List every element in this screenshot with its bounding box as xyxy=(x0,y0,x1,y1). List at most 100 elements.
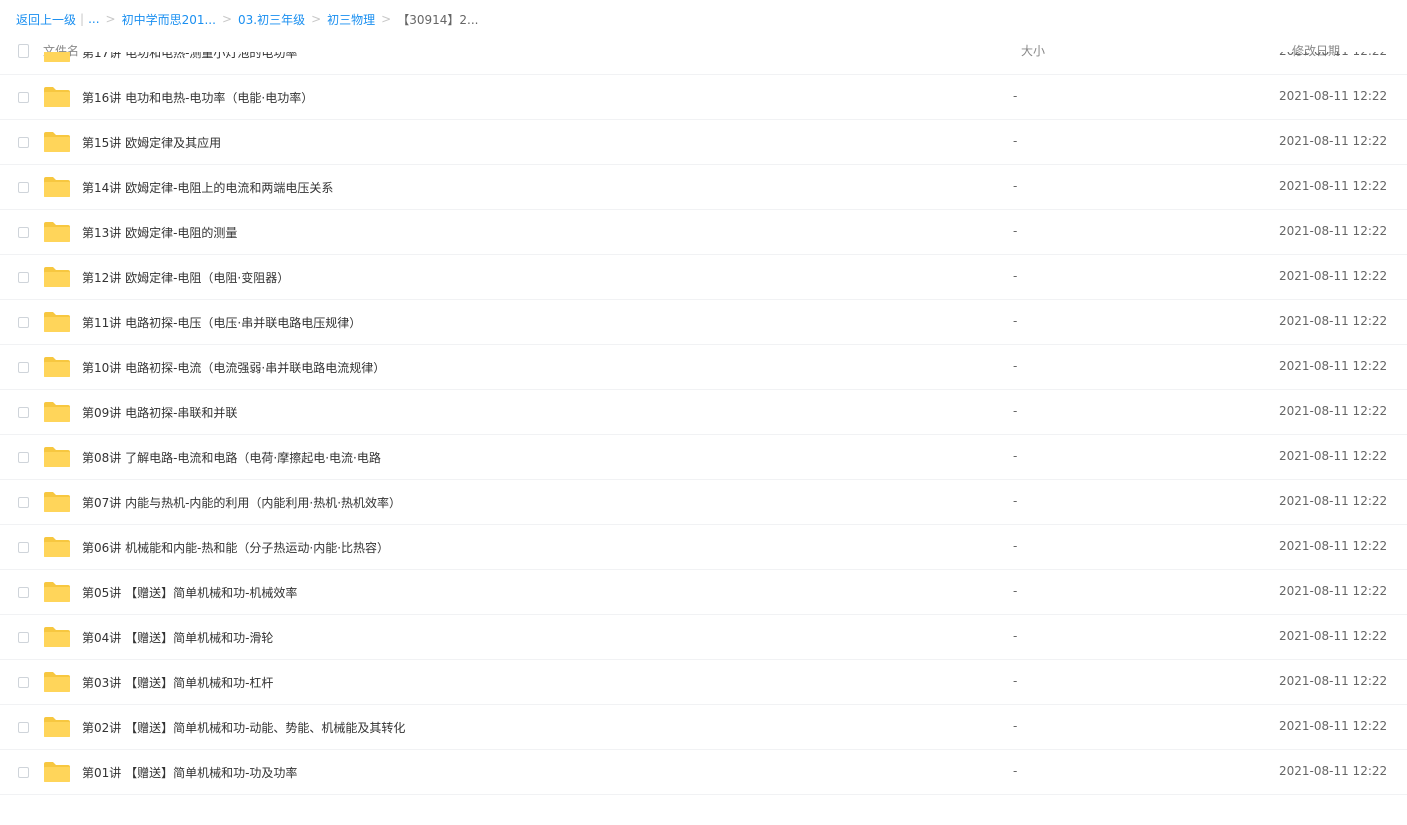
folder-icon xyxy=(44,267,70,287)
file-row[interactable]: 第14讲 欧姆定律-电阻上的电流和两端电压关系 - 2021-08-11 12:22 xyxy=(0,165,1407,210)
file-row[interactable]: 第05讲 【赠送】简单机械和功-机械效率 - 2021-08-11 12:22 xyxy=(0,570,1407,615)
folder-icon xyxy=(44,582,70,602)
row-checkbox[interactable] xyxy=(18,677,29,688)
breadcrumb-item-1[interactable]: 初中学而思201... xyxy=(122,11,216,28)
row-checkbox[interactable] xyxy=(18,362,29,373)
row-checkbox[interactable] xyxy=(18,52,29,58)
row-checkbox[interactable] xyxy=(18,722,29,733)
file-row[interactable]: 第02讲 【赠送】简单机械和功-动能、势能、机械能及其转化 - 2021-08-11… xyxy=(0,705,1407,750)
file-name[interactable]: 第17讲 电功和电热-测量小灯泡的电功率 xyxy=(82,52,297,61)
breadcrumb-separator: > xyxy=(381,12,392,26)
file-size: - xyxy=(1013,584,1018,598)
file-date: 2021-08-11 12:22 xyxy=(1279,404,1388,418)
file-size: - xyxy=(1013,764,1018,778)
folder-icon xyxy=(44,447,70,467)
folder-icon xyxy=(44,177,70,197)
file-size: - xyxy=(1013,52,1017,58)
row-checkbox[interactable] xyxy=(18,407,29,418)
file-name[interactable]: 第02讲 【赠送】简单机械和功-动能、势能、机械能及其转化 xyxy=(82,719,405,736)
file-row[interactable]: 第07讲 内能与热机-内能的利用（内能利用·热机·热机效率） - 2021-08-1… xyxy=(0,480,1407,525)
row-checkbox[interactable] xyxy=(18,767,29,778)
folder-icon xyxy=(44,717,70,737)
row-checkbox[interactable] xyxy=(18,317,29,328)
file-name[interactable]: 第09讲 电路初探-串联和并联 xyxy=(82,404,237,421)
file-size: - xyxy=(1013,539,1018,553)
file-size: - xyxy=(1013,494,1018,508)
breadcrumb-item-2[interactable]: 03.初三年级 xyxy=(238,11,305,28)
folder-icon xyxy=(44,87,70,107)
file-size: - xyxy=(1013,179,1018,193)
file-row[interactable]: 第11讲 电路初探-电压（电压·串并联电路电压规律） - 2021-08-11 12… xyxy=(0,300,1407,345)
breadcrumb: 返回上一级 | ... > 初中学而思201... > 03.初三年级 > 初三… xyxy=(16,10,479,28)
file-name[interactable]: 第13讲 欧姆定律-电阻的测量 xyxy=(82,224,237,241)
breadcrumb-separator: > xyxy=(221,12,232,26)
file-date: 2021-08-11 12:22 xyxy=(1279,719,1388,733)
row-checkbox[interactable] xyxy=(18,632,29,643)
row-checkbox[interactable] xyxy=(18,92,29,103)
file-row[interactable]: 第03讲 【赠送】简单机械和功-杠杆 - 2021-08-11 12:22 xyxy=(0,660,1407,705)
file-date: 2021-08-11 12:22 xyxy=(1279,89,1388,103)
file-name[interactable]: 第15讲 欧姆定律及其应用 xyxy=(82,134,221,151)
row-checkbox[interactable] xyxy=(18,542,29,553)
file-size: - xyxy=(1013,629,1018,643)
row-checkbox[interactable] xyxy=(18,587,29,598)
file-name[interactable]: 第08讲 了解电路-电流和电路（电荷·摩擦起电·电流·电路 xyxy=(82,449,381,466)
file-size: - xyxy=(1013,719,1018,733)
file-row[interactable]: 第04讲 【赠送】简单机械和功-滑轮 - 2021-08-11 12:22 xyxy=(0,615,1407,660)
file-name[interactable]: 第14讲 欧姆定律-电阻上的电流和两端电压关系 xyxy=(82,179,333,196)
file-row[interactable]: 第01讲 【赠送】简单机械和功-功及功率 - 2021-08-11 12:22 xyxy=(0,750,1407,795)
file-row[interactable]: 第13讲 欧姆定律-电阻的测量 - 2021-08-11 12:22 xyxy=(0,210,1407,255)
file-row[interactable]: 第12讲 欧姆定律-电阻（电阻·变阻器） - 2021-08-11 12:22 xyxy=(0,255,1407,300)
breadcrumb-separator: > xyxy=(105,12,116,26)
file-size: - xyxy=(1013,359,1018,373)
row-checkbox[interactable] xyxy=(18,182,29,193)
file-date: 2021-08-11 12:22 xyxy=(1279,269,1388,283)
file-size: - xyxy=(1013,449,1018,463)
breadcrumb-separator: > xyxy=(311,12,322,26)
folder-icon xyxy=(44,312,70,332)
folder-icon xyxy=(44,492,70,512)
file-size: - xyxy=(1013,674,1018,688)
file-name[interactable]: 第12讲 欧姆定律-电阻（电阻·变阻器） xyxy=(82,269,289,286)
file-date: 2021-08-11 12:22 xyxy=(1279,674,1388,688)
folder-icon xyxy=(44,402,70,422)
row-checkbox[interactable] xyxy=(18,497,29,508)
file-name[interactable]: 第06讲 机械能和内能-热和能（分子热运动·内能·比热容） xyxy=(82,539,389,556)
file-name[interactable]: 第04讲 【赠送】简单机械和功-滑轮 xyxy=(82,629,273,646)
file-row[interactable]: 第17讲 电功和电热-测量小灯泡的电功率 - 2021-08-11 12:22 xyxy=(0,52,1407,75)
file-name[interactable]: 第03讲 【赠送】简单机械和功-杠杆 xyxy=(82,674,273,691)
file-date: 2021-08-11 12:22 xyxy=(1279,52,1387,58)
file-date: 2021-08-11 12:22 xyxy=(1279,224,1388,238)
row-checkbox[interactable] xyxy=(18,272,29,283)
file-name[interactable]: 第11讲 电路初探-电压（电压·串并联电路电压规律） xyxy=(82,314,361,331)
breadcrumb-item-3[interactable]: 初三物理 xyxy=(327,11,375,28)
file-name[interactable]: 第05讲 【赠送】简单机械和功-机械效率 xyxy=(82,584,297,601)
file-date: 2021-08-11 12:22 xyxy=(1279,449,1388,463)
file-name[interactable]: 第16讲 电功和电热-电功率（电能·电功率） xyxy=(82,89,313,106)
file-row[interactable]: 第08讲 了解电路-电流和电路（电荷·摩擦起电·电流·电路 - 2021-08-11… xyxy=(0,435,1407,480)
file-name[interactable]: 第10讲 电路初探-电流（电流强弱·串并联电路电流规律） xyxy=(82,359,385,376)
breadcrumb-ellipsis[interactable]: ... xyxy=(88,12,99,26)
file-date: 2021-08-11 12:22 xyxy=(1279,359,1388,373)
row-checkbox[interactable] xyxy=(18,137,29,148)
folder-icon xyxy=(44,52,70,62)
file-row[interactable]: 第06讲 机械能和内能-热和能（分子热运动·内能·比热容） - 2021-08-11… xyxy=(0,525,1407,570)
file-date: 2021-08-11 12:22 xyxy=(1279,314,1388,328)
folder-icon xyxy=(44,222,70,242)
row-checkbox[interactable] xyxy=(18,452,29,463)
row-checkbox[interactable] xyxy=(18,227,29,238)
file-row[interactable]: 第10讲 电路初探-电流（电流强弱·串并联电路电流规律） - 2021-08-11 … xyxy=(0,345,1407,390)
file-row[interactable]: 第15讲 欧姆定律及其应用 - 2021-08-11 12:22 xyxy=(0,120,1407,165)
file-name[interactable]: 第07讲 内能与热机-内能的利用（内能利用·热机·热机效率） xyxy=(82,494,401,511)
file-row[interactable]: 第16讲 电功和电热-电功率（电能·电功率） - 2021-08-11 12:22 xyxy=(0,75,1407,120)
file-list: 第17讲 电功和电热-测量小灯泡的电功率-2021-08-11 12:22第16… xyxy=(0,52,1407,825)
breadcrumb-divider: | xyxy=(80,12,85,26)
file-date: 2021-08-11 12:22 xyxy=(1279,629,1388,643)
folder-icon xyxy=(44,132,70,152)
file-row[interactable]: 第09讲 电路初探-串联和并联 - 2021-08-11 12:22 xyxy=(0,390,1407,435)
file-size: - xyxy=(1013,134,1018,148)
back-link[interactable]: 返回上一级 xyxy=(16,11,76,28)
file-size: - xyxy=(1013,224,1018,238)
file-name[interactable]: 第01讲 【赠送】简单机械和功-功及功率 xyxy=(82,764,297,781)
folder-icon xyxy=(44,357,70,377)
